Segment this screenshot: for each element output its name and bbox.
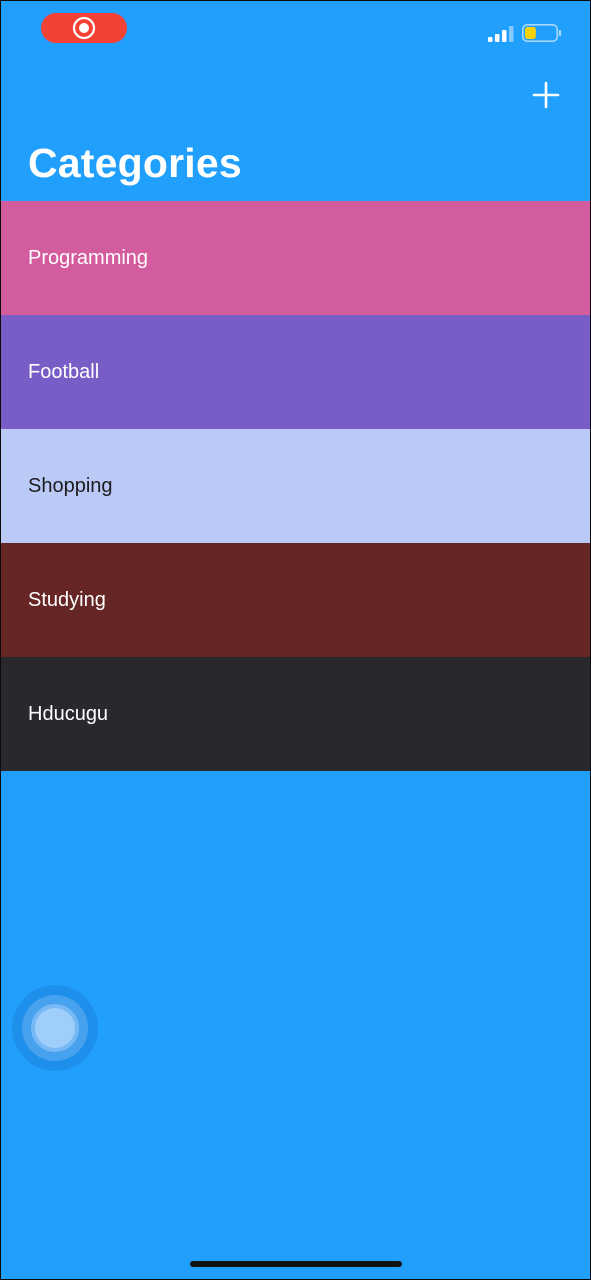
home-indicator[interactable] bbox=[190, 1261, 402, 1267]
assistive-touch-button[interactable] bbox=[12, 985, 98, 1071]
category-row[interactable]: Football bbox=[0, 315, 591, 429]
screen-recording-icon bbox=[72, 16, 96, 40]
screen-recording-indicator[interactable] bbox=[41, 13, 127, 43]
plus-icon bbox=[532, 81, 560, 109]
category-list: Programming Football Shopping Studying Hducu… bbox=[0, 201, 591, 771]
cellular-signal-icon bbox=[488, 26, 514, 42]
category-label: Football bbox=[28, 361, 100, 383]
category-row[interactable]: Programming bbox=[0, 201, 591, 315]
category-row[interactable]: Studying bbox=[0, 543, 591, 657]
screen: Categories Programming Football Shopping St… bbox=[0, 0, 591, 1280]
add-category-button[interactable] bbox=[531, 80, 561, 110]
assistive-touch-icon bbox=[35, 1008, 75, 1048]
category-label: Shopping bbox=[28, 475, 113, 497]
category-label: Hducugu bbox=[28, 703, 109, 725]
battery-icon bbox=[522, 24, 562, 42]
category-label: Studying bbox=[28, 589, 106, 611]
category-label: Programming bbox=[28, 247, 149, 269]
category-row[interactable]: Shopping bbox=[0, 429, 591, 543]
page-title: Categories bbox=[28, 140, 242, 186]
category-row[interactable]: Hducugu bbox=[0, 657, 591, 771]
